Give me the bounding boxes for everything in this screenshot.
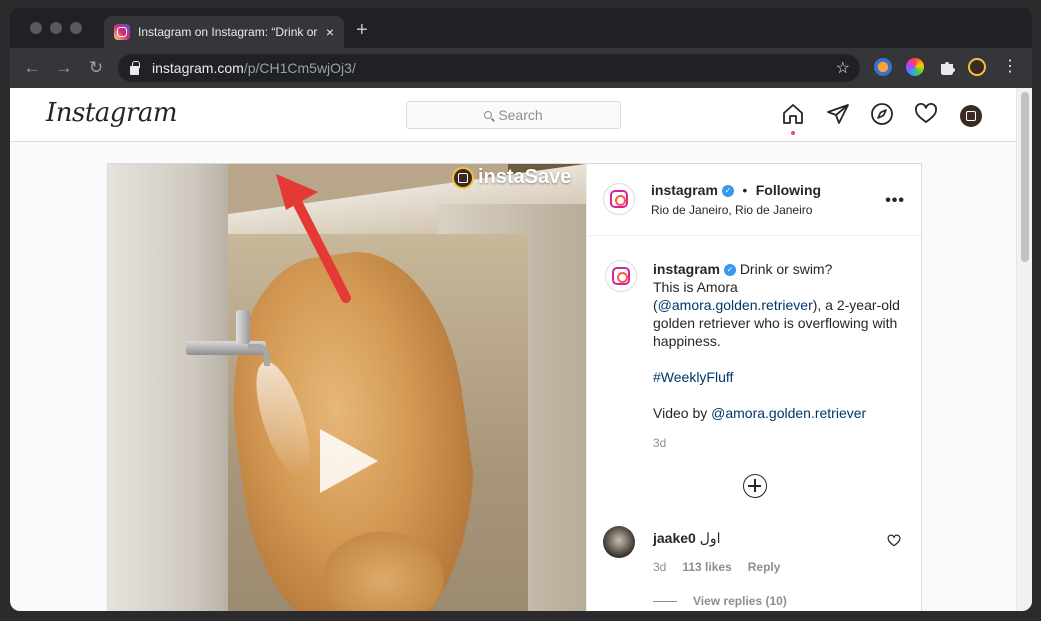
view-replies-label: View replies (10)	[693, 594, 787, 608]
tab-instagram-post[interactable]: Instagram on Instagram: “Drink or swim? …	[104, 16, 344, 48]
extension-one-icon[interactable]	[874, 58, 892, 76]
home-icon[interactable]	[781, 102, 805, 126]
window-zoom-button[interactable]	[70, 22, 82, 34]
extension-color-icon[interactable]	[906, 58, 924, 76]
caption-username[interactable]: instagram	[653, 261, 720, 277]
profile-avatar[interactable]	[960, 105, 982, 127]
post-location[interactable]: Rio de Janeiro, Rio de Janeiro	[651, 203, 812, 217]
direct-message-icon[interactable]	[826, 102, 850, 126]
view-replies-button[interactable]: View replies (10)	[653, 594, 787, 608]
explore-compass-icon[interactable]	[870, 102, 894, 126]
browser-window: Instagram on Instagram: “Drink or swim? …	[10, 8, 1032, 611]
search-placeholder: Search	[498, 107, 543, 123]
caption-author-avatar[interactable]	[605, 260, 637, 292]
like-comment-heart-icon[interactable]	[887, 534, 901, 548]
instasave-avatar-icon	[966, 111, 976, 121]
search-input[interactable]: Search	[406, 101, 621, 129]
instagram-logo[interactable]: Instagram	[46, 98, 178, 128]
tab-close-icon[interactable]: ×	[326, 24, 334, 40]
comment-likes[interactable]: 113 likes	[682, 560, 731, 574]
page-scrollbar[interactable]	[1016, 88, 1032, 611]
browser-toolbar: ← → ↻ instagram.com/p/CH1Cm5wjOj3/ ☆ ⋮	[10, 48, 1032, 88]
instasave-extension-icon[interactable]	[968, 58, 986, 76]
post-header: instagram ✓ • Following Rio de Janeiro, R…	[587, 164, 921, 236]
commenter-username[interactable]: jaake0	[653, 530, 696, 546]
commenter-avatar[interactable]	[603, 526, 635, 558]
verified-badge-icon: ✓	[723, 264, 736, 277]
load-more-comments-icon[interactable]	[743, 474, 767, 498]
verified-badge-icon: ✓	[721, 184, 734, 197]
following-button[interactable]: Following	[756, 182, 821, 198]
extensions-puzzle-icon[interactable]	[938, 58, 956, 76]
url-host: instagram.com	[152, 60, 244, 76]
comment: jaake0 اول	[653, 530, 721, 547]
play-icon[interactable]	[320, 429, 378, 493]
comment-meta: 3d 113 likes Reply	[653, 560, 780, 574]
author-avatar[interactable]	[603, 183, 635, 215]
new-tab-button[interactable]: +	[356, 20, 368, 40]
hashtag-link[interactable]: #WeeklyFluff	[653, 369, 733, 385]
back-button[interactable]: ←	[22, 58, 42, 78]
post-card: instaSave instagram ✓ • Following Rio de …	[107, 163, 922, 611]
instasave-watermark: instaSave	[452, 166, 571, 189]
lock-icon	[130, 60, 140, 75]
post-side-panel: instagram ✓ • Following Rio de Janeiro, R…	[586, 164, 921, 611]
post-caption: instagram ✓ Drink or swim? This is Amora …	[653, 260, 903, 452]
search-icon	[484, 111, 493, 119]
video-by-mention-link[interactable]: @amora.golden.retriever	[711, 405, 866, 421]
caption-line1: Drink or swim?	[739, 261, 833, 277]
reply-button[interactable]: Reply	[748, 560, 781, 574]
caption-timestamp: 3d	[653, 436, 667, 450]
instagram-logo-icon	[610, 190, 628, 208]
post-video[interactable]: instaSave	[108, 164, 586, 611]
instagram-favicon-icon	[114, 24, 130, 40]
video-by-text: Video by	[653, 405, 712, 421]
comment-time: 3d	[653, 560, 667, 574]
window-close-button[interactable]	[30, 22, 42, 34]
address-bar[interactable]: instagram.com/p/CH1Cm5wjOj3/ ☆	[118, 54, 860, 82]
instagram-header: Instagram Search	[10, 88, 1016, 142]
instagram-logo-icon	[612, 267, 630, 285]
tab-title: Instagram on Instagram: “Drink or swim?	[138, 25, 318, 39]
bookmark-star-icon[interactable]: ☆	[836, 58, 850, 78]
instasave-logo-icon	[452, 166, 474, 189]
url-path: /p/CH1Cm5wjOj3/	[243, 60, 356, 76]
more-options-icon[interactable]: •••	[885, 192, 905, 210]
notification-dot	[791, 131, 795, 135]
watermark-text: instaSave	[478, 166, 572, 188]
forward-button[interactable]: →	[54, 58, 74, 78]
author-username[interactable]: instagram	[651, 182, 718, 198]
window-minimize-button[interactable]	[50, 22, 62, 34]
comment-text: اول	[699, 530, 721, 546]
activity-heart-icon[interactable]	[914, 102, 938, 126]
scrollbar-thumb[interactable]	[1021, 92, 1029, 262]
follow-separator: •	[742, 182, 748, 198]
reload-button[interactable]: ↻	[86, 58, 106, 78]
web-page: Instagram Search instaSave instagram ✓ •…	[10, 88, 1032, 611]
caption-mention-link[interactable]: @amora.golden.retriever	[658, 297, 813, 313]
tab-strip: Instagram on Instagram: “Drink or swim? …	[10, 8, 1032, 48]
browser-menu-icon[interactable]: ⋮	[1002, 57, 1018, 77]
caption-line2: This is Amora	[653, 279, 738, 295]
